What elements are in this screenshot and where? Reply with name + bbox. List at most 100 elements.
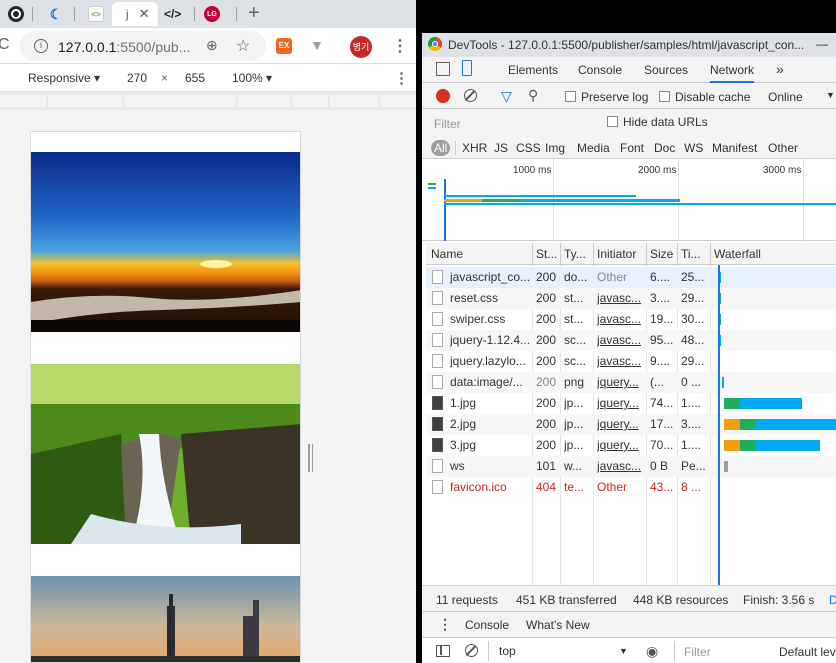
table-row[interactable]: reset.css 200 st... javasc... 3.... 29...	[426, 288, 836, 309]
tab-network[interactable]: Network	[710, 63, 755, 83]
viewport-width-input[interactable]: 270	[127, 71, 147, 85]
preserve-log-checkbox[interactable]: Preserve log	[565, 90, 648, 104]
record-icon[interactable]	[436, 89, 450, 103]
type-xhr[interactable]: XHR	[462, 141, 487, 155]
menu-kebab-icon[interactable]: ⋮	[392, 36, 408, 56]
type-img[interactable]: Img	[545, 141, 565, 155]
cell-initiator[interactable]: jquery...	[597, 438, 639, 452]
disable-cache-checkbox[interactable]: Disable cache	[659, 90, 750, 104]
zoom-icon[interactable]: ⊕	[206, 37, 218, 54]
cell-initiator[interactable]: javasc...	[597, 354, 641, 368]
table-row[interactable]: ws 101 w... javasc... 0 B Pe...	[426, 456, 836, 477]
profile-avatar[interactable]: 병기	[350, 36, 372, 58]
bookmark-star-icon[interactable]: ☆	[236, 36, 250, 56]
type-doc[interactable]: Doc	[654, 141, 675, 155]
vpn-extension-icon[interactable]: ▼	[310, 37, 324, 53]
cell-name: data:image/...	[450, 375, 523, 389]
tab-console[interactable]: Console	[578, 63, 622, 77]
live-expression-eye-icon[interactable]: ◉	[646, 643, 658, 660]
cell-initiator[interactable]: jquery...	[597, 396, 639, 410]
tab-lg[interactable]: LG	[204, 2, 220, 26]
viewport-height-input[interactable]: 655	[185, 71, 205, 85]
context-chevron-icon[interactable]: ▼	[619, 646, 628, 656]
col-size[interactable]: Size	[650, 247, 673, 261]
tab-github[interactable]	[8, 2, 24, 26]
tab-active[interactable]: j ✕	[112, 2, 158, 26]
tab-elements[interactable]: Elements	[508, 63, 558, 77]
col-type[interactable]: Ty...	[564, 247, 586, 261]
new-tab-button[interactable]: +	[248, 2, 260, 25]
console-log-levels[interactable]: Default lev	[779, 645, 836, 659]
viewport-resize-handle[interactable]	[307, 444, 315, 476]
waterfall-bar	[756, 419, 836, 430]
table-row[interactable]: javascript_co... 200 do... Other 6.... 25...	[426, 267, 836, 288]
col-status[interactable]: St...	[536, 247, 557, 261]
address-bar[interactable]: i 127.0.0.1:5500/pub...	[20, 31, 266, 61]
table-row[interactable]: 2.jpg 200 jp... jquery... 17... 3....	[426, 414, 836, 435]
console-filter-input[interactable]: Filter	[684, 645, 711, 659]
type-ws[interactable]: WS	[684, 141, 703, 155]
cell-initiator[interactable]: javasc...	[597, 312, 641, 326]
type-manifest[interactable]: Manifest	[712, 141, 757, 155]
clear-icon[interactable]	[464, 89, 477, 102]
tab-devcode[interactable]: </>	[164, 2, 181, 26]
type-other[interactable]: Other	[768, 141, 798, 155]
cell-initiator[interactable]: javasc...	[597, 459, 641, 473]
more-tabs-icon[interactable]: »	[776, 61, 784, 77]
col-initiator[interactable]: Initiator	[597, 247, 636, 261]
tab-edge[interactable]: ☾	[48, 2, 64, 26]
table-row[interactable]: 3.jpg 200 jp... jquery... 70... 1....	[426, 435, 836, 456]
console-context-select[interactable]: top	[499, 644, 516, 658]
table-row[interactable]: jquery-1.12.4... 200 sc... javasc... 95... 48…	[426, 330, 836, 351]
type-font[interactable]: Font	[620, 141, 644, 155]
table-row[interactable]: swiper.css 200 st... javasc... 19... 30...	[426, 309, 836, 330]
table-row[interactable]: favicon.ico 404 te... Other 43... 8 ...	[426, 477, 836, 498]
search-icon[interactable]: ⚲	[528, 87, 538, 104]
type-media[interactable]: Media	[577, 141, 610, 155]
col-waterfall[interactable]: Waterfall	[714, 247, 761, 261]
device-more-icon[interactable]: ⋮	[394, 69, 409, 87]
tab-sources[interactable]: Sources	[644, 63, 688, 77]
cell-initiator[interactable]: javasc...	[597, 291, 641, 305]
table-row[interactable]: jquery.lazylo... 200 sc... javasc... 9.... 29…	[426, 351, 836, 372]
console-clear-icon[interactable]	[465, 644, 478, 657]
city-skyline-image	[31, 576, 300, 662]
cell-size: 19...	[650, 312, 674, 326]
filter-funnel-icon[interactable]: ▽	[501, 88, 512, 105]
type-css[interactable]: CSS	[516, 141, 541, 155]
inspect-element-icon[interactable]	[436, 62, 450, 76]
filter-input[interactable]: Filter	[434, 117, 461, 131]
file-icon	[432, 459, 443, 473]
network-overview[interactable]: 1000 ms 2000 ms 3000 ms	[422, 159, 836, 241]
throttle-chevron-icon[interactable]: ▼	[826, 90, 835, 100]
drawer-tab-whats-new[interactable]: What's New	[526, 618, 590, 632]
filter-row: Filter Hide data URLs	[422, 109, 836, 137]
device-mode-select[interactable]: Responsive ▾	[28, 71, 100, 85]
tab-code[interactable]: <>	[88, 2, 104, 26]
table-row[interactable]: 1.jpg 200 jp... jquery... 74... 1....	[426, 393, 836, 414]
type-js[interactable]: JS	[494, 141, 508, 155]
file-icon	[432, 417, 443, 431]
col-name[interactable]: Name	[431, 247, 463, 261]
cell-size: 6....	[650, 270, 671, 284]
extension-icon[interactable]: EX	[276, 38, 292, 54]
type-all[interactable]: All	[431, 140, 451, 156]
cell-initiator[interactable]: javasc...	[597, 333, 641, 347]
drawer-tab-console[interactable]: Console	[464, 618, 511, 639]
zoom-select[interactable]: 100% ▾	[232, 71, 272, 85]
cell-initiator[interactable]: jquery...	[597, 417, 639, 431]
drawer-menu-icon[interactable]: ⋮	[438, 616, 452, 633]
reload-icon[interactable]: C	[0, 36, 10, 54]
cell-initiator[interactable]: jquery...	[597, 375, 639, 389]
cell-size: 70...	[650, 438, 674, 452]
window-minimize-icon[interactable]: —	[816, 37, 828, 51]
info-icon[interactable]: i	[34, 39, 48, 53]
device-toolbar-toggle-icon[interactable]	[462, 60, 472, 76]
device-viewport[interactable]	[30, 131, 301, 663]
table-row[interactable]: data:image/... 200 png jquery... (... 0 ...	[426, 372, 836, 393]
throttling-select[interactable]: Online	[768, 90, 803, 104]
hide-data-urls-checkbox[interactable]: Hide data URLs	[607, 115, 708, 129]
col-time[interactable]: Ti...	[681, 247, 701, 261]
tab-close-icon[interactable]: ✕	[139, 6, 150, 22]
console-sidebar-icon[interactable]	[436, 645, 450, 657]
